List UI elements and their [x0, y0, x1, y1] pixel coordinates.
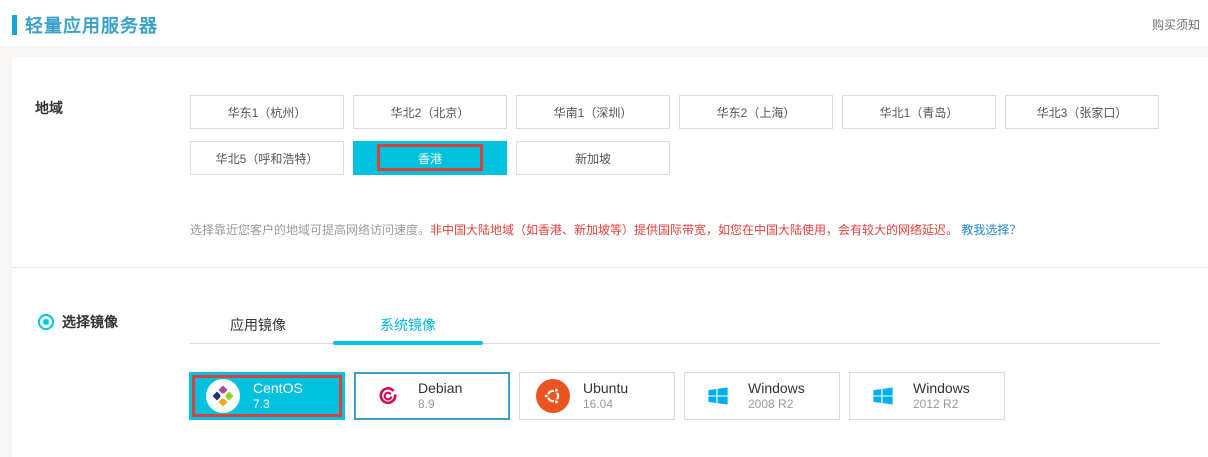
image-name: CentOS	[253, 380, 303, 397]
image-version: 16.04	[583, 397, 628, 411]
radio-selected-icon	[38, 314, 54, 330]
image-name: Ubuntu	[583, 380, 628, 397]
region-button-1[interactable]: 华东1（杭州）	[190, 95, 344, 129]
title-block: 轻量应用服务器	[12, 12, 158, 38]
image-card-centos-7.3[interactable]: CentOS7.3	[189, 372, 345, 420]
image-card-text: Ubuntu16.04	[583, 380, 628, 411]
region-button-5[interactable]: 华北1（青岛）	[842, 95, 996, 129]
region-button-label: 华东2（上海）	[717, 104, 796, 121]
region-button-label: 华北5（呼和浩特）	[216, 150, 319, 167]
image-card-windows-2008-r2[interactable]: Windows2008 R2	[684, 372, 840, 420]
image-name: Debian	[418, 380, 462, 397]
region-button-label: 香港	[418, 150, 442, 167]
help-me-choose-link[interactable]: 教我选择？	[961, 223, 1021, 237]
image-card-text: Windows2008 R2	[748, 380, 805, 411]
ubuntu-logo	[536, 379, 570, 413]
image-version: 2008 R2	[748, 397, 805, 411]
title-accent-bar	[12, 15, 17, 35]
purchase-notes-link[interactable]: 购买须知	[1152, 16, 1200, 33]
tab-1[interactable]: 应用镜像	[183, 307, 333, 343]
image-section-label: 选择镜像	[62, 312, 118, 332]
region-button-7[interactable]: 华北5（呼和浩特）	[190, 141, 344, 175]
windows-logo	[866, 379, 900, 413]
section-divider	[12, 267, 1208, 268]
region-note-text: 选择靠近您客户的地域可提高网络访问速度。	[190, 223, 430, 237]
region-button-6[interactable]: 华北3（张家口）	[1005, 95, 1159, 129]
image-card-text: Debian8.9	[418, 380, 462, 411]
image-tabs: 应用镜像系统镜像	[183, 307, 483, 343]
content-panel: 地域 华东1（杭州） 华北2（北京） 华南1（深圳） 华东2（上海） 华北1（青岛） 华北…	[12, 57, 1208, 457]
image-version: 2012 R2	[913, 397, 970, 411]
region-button-label: 华东1（杭州）	[228, 104, 307, 121]
image-section-label-block: 选择镜像	[38, 312, 118, 332]
region-section-label: 地域	[35, 98, 63, 118]
debian-logo	[371, 379, 405, 413]
tab-2[interactable]: 系统镜像	[333, 307, 483, 343]
image-card-windows-2012-r2[interactable]: Windows2012 R2	[849, 372, 1005, 420]
region-button-8[interactable]: 香港	[353, 141, 507, 175]
region-button-label: 新加坡	[575, 150, 611, 167]
page-title: 轻量应用服务器	[25, 12, 158, 38]
region-button-3[interactable]: 华南1（深圳）	[516, 95, 670, 129]
tab-active-indicator	[333, 341, 483, 345]
region-button-4[interactable]: 华东2（上海）	[679, 95, 833, 129]
region-button-2[interactable]: 华北2（北京）	[353, 95, 507, 129]
centos-logo	[206, 379, 240, 413]
image-card-text: CentOS7.3	[253, 380, 303, 411]
region-button-9[interactable]: 新加坡	[516, 141, 670, 175]
region-button-label: 华北3（张家口）	[1037, 104, 1128, 121]
windows-logo	[701, 379, 735, 413]
region-note: 选择靠近您客户的地域可提高网络访问速度。非中国大陆地域（如香港、新加坡等）提供国…	[190, 222, 1190, 239]
region-button-label: 华北2（北京）	[391, 104, 470, 121]
image-name: Windows	[913, 380, 970, 397]
page-header: 轻量应用服务器 购买须知	[0, 0, 1208, 46]
region-note-warning: 非中国大陆地域（如香港、新加坡等）提供国际带宽，如您在中国大陆使用，会有较大的网…	[430, 223, 958, 237]
image-card-debian-8.9[interactable]: Debian8.9	[354, 372, 510, 420]
image-name: Windows	[748, 380, 805, 397]
region-button-label: 华北1（青岛）	[880, 104, 959, 121]
region-grid: 华东1（杭州） 华北2（北京） 华南1（深圳） 华东2（上海） 华北1（青岛） 华北3（张…	[190, 95, 1170, 175]
image-version: 7.3	[253, 397, 303, 411]
image-card-text: Windows2012 R2	[913, 380, 970, 411]
image-version: 8.9	[418, 397, 462, 411]
image-card-row: CentOS7.3Debian8.9Ubuntu16.04Windows2008…	[189, 372, 1005, 420]
region-button-label: 华南1（深圳）	[554, 104, 633, 121]
image-card-ubuntu-16.04[interactable]: Ubuntu16.04	[519, 372, 675, 420]
